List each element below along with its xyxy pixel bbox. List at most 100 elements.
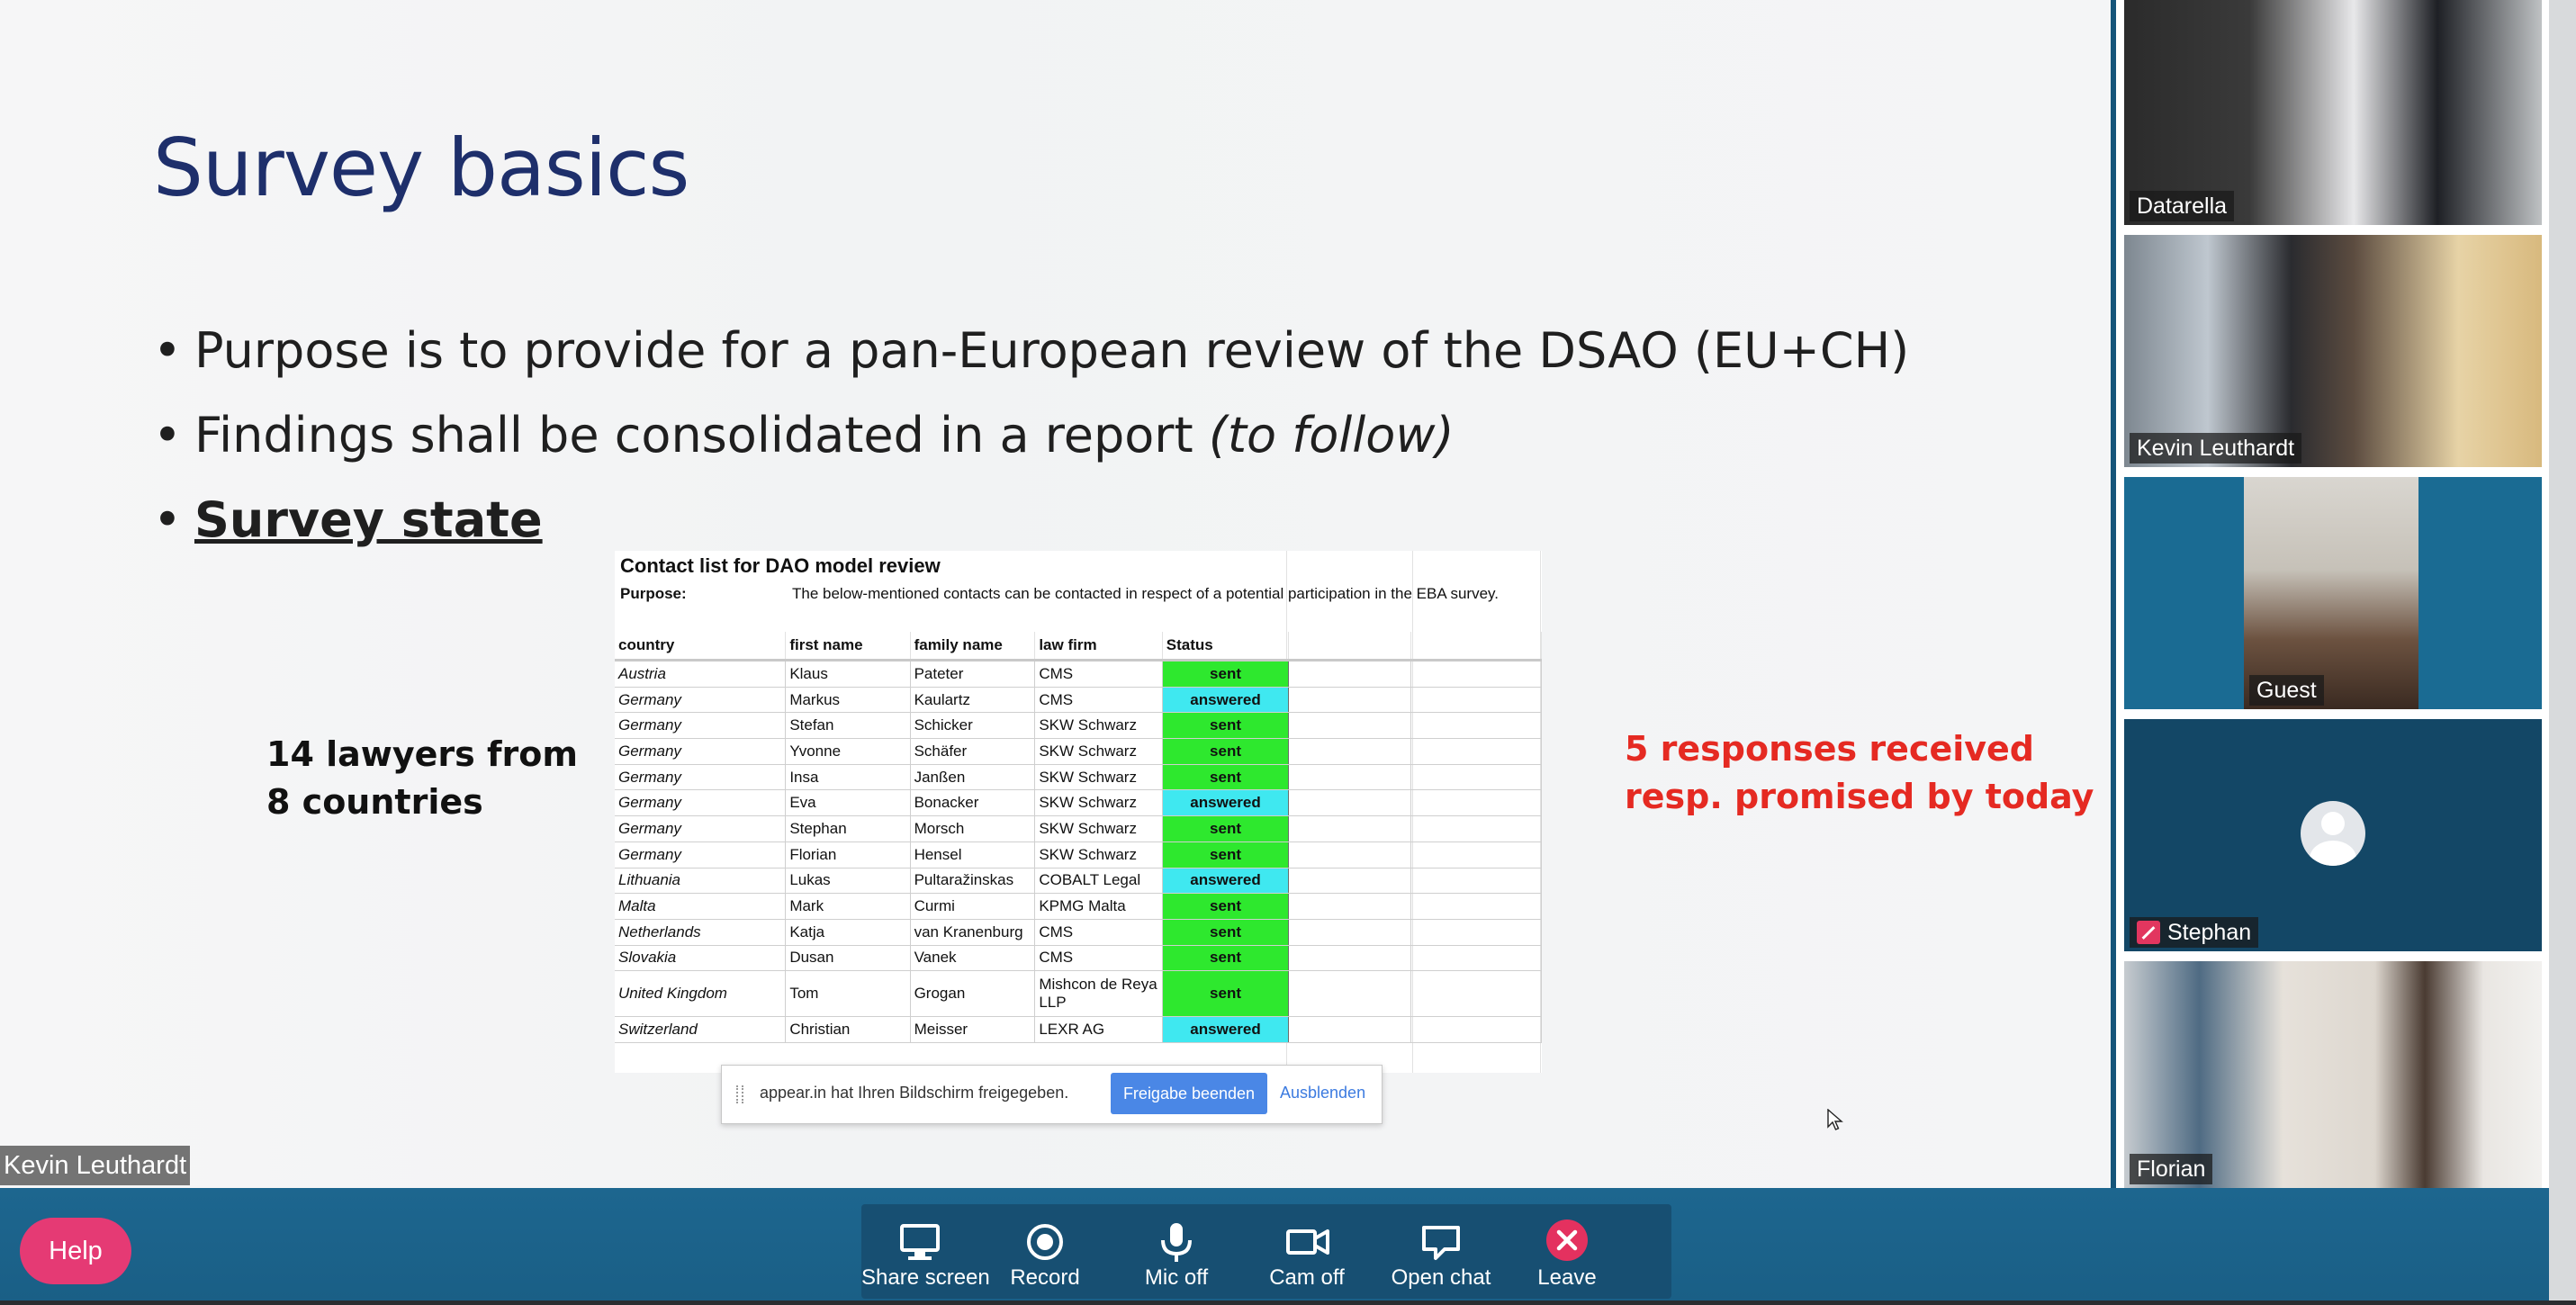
cell-empty bbox=[1410, 687, 1543, 714]
participant-tile-kevin-leuthardt[interactable]: Kevin Leuthardt bbox=[2124, 235, 2542, 467]
cell-country: United Kingdom bbox=[615, 970, 787, 1018]
help-button[interactable]: Help bbox=[20, 1218, 131, 1284]
shared-screen: Survey basics • Purpose is to provide for… bbox=[0, 0, 2111, 1188]
table-row: Slovakia Dusan Vanek CMS sent bbox=[615, 945, 1543, 972]
table-row: Germany Yvonne Schäfer SKW Schwarz sent bbox=[615, 738, 1543, 765]
bullet-purpose: • Purpose is to provide for a pan-Europea… bbox=[153, 322, 1910, 379]
cell-empty bbox=[1410, 919, 1543, 946]
cell-empty bbox=[1410, 842, 1543, 868]
participant-tile-guest[interactable]: Guest bbox=[2244, 477, 2418, 709]
cell-family-name: Janßen bbox=[910, 764, 1036, 791]
presenter-name-label: Kevin Leuthardt bbox=[0, 1146, 191, 1185]
cell-empty bbox=[1288, 893, 1411, 920]
cell-first-name: Tom bbox=[785, 970, 911, 1018]
responses-note-line2: resp. promised by today bbox=[1625, 777, 2094, 816]
cell-first-name: Florian bbox=[785, 842, 911, 868]
cell-first-name: Eva bbox=[785, 789, 911, 817]
cell-country: Lithuania bbox=[615, 868, 787, 895]
lawyers-note-line2: 8 countries bbox=[266, 782, 483, 822]
record-button[interactable]: Record bbox=[991, 1204, 1099, 1299]
cell-family-name: Hensel bbox=[910, 842, 1036, 868]
cell-status: answered bbox=[1162, 1016, 1290, 1043]
participant-name: Datarella bbox=[2130, 191, 2235, 221]
column-header-empty bbox=[1288, 632, 1411, 662]
cam-off-button[interactable]: Cam off bbox=[1250, 1204, 1364, 1299]
cell-first-name: Markus bbox=[785, 687, 911, 714]
participant-tile-datarella[interactable]: Datarella bbox=[2124, 0, 2542, 225]
participant-name: Kevin Leuthardt bbox=[2130, 433, 2302, 464]
cell-family-name: van Kranenburg bbox=[910, 919, 1036, 946]
cell-first-name: Insa bbox=[785, 764, 911, 791]
cell-empty bbox=[1410, 738, 1543, 765]
cell-status: sent bbox=[1162, 764, 1290, 791]
participant-tile-stephan[interactable]: Stephan bbox=[2124, 719, 2542, 951]
cell-empty bbox=[1410, 789, 1543, 817]
table-header-row: country first name family name law firm … bbox=[615, 632, 1543, 662]
cell-status: sent bbox=[1162, 815, 1290, 842]
monitor-icon bbox=[900, 1224, 940, 1260]
cell-empty bbox=[1288, 945, 1411, 972]
cell-first-name: Stefan bbox=[785, 712, 911, 740]
cell-first-name: Klaus bbox=[785, 660, 911, 688]
cell-first-name: Christian bbox=[785, 1016, 911, 1043]
share-notification-message: appear.in hat Ihren Bildschirm freigegeb… bbox=[760, 1084, 1069, 1102]
cell-law-firm: KPMG Malta bbox=[1034, 893, 1163, 920]
sheet-purpose-label: Purpose: bbox=[620, 585, 687, 602]
chat-icon bbox=[1422, 1226, 1460, 1260]
table-row: Netherlands Katja van Kranenburg CMS sent bbox=[615, 919, 1543, 946]
column-header-status: Status bbox=[1162, 632, 1290, 662]
window-edge bbox=[2549, 0, 2576, 1305]
record-label: Record bbox=[1010, 1265, 1080, 1290]
cell-empty bbox=[1288, 842, 1411, 868]
table-row: Germany Insa Janßen SKW Schwarz sent bbox=[615, 764, 1543, 791]
cell-first-name: Dusan bbox=[785, 945, 911, 972]
mic-off-button[interactable]: Mic off bbox=[1122, 1204, 1230, 1299]
participant-name: Guest bbox=[2249, 675, 2324, 706]
share-screen-button[interactable]: Share screen bbox=[861, 1204, 990, 1299]
cell-family-name: Kaulartz bbox=[910, 687, 1036, 714]
cell-empty bbox=[1410, 970, 1543, 1018]
cell-empty bbox=[1288, 789, 1411, 817]
contacts-table: country first name family name law firm … bbox=[615, 632, 1543, 1043]
responses-note-line1: 5 responses received bbox=[1625, 729, 2034, 769]
hide-notification-link[interactable]: Ausblenden bbox=[1280, 1084, 1365, 1102]
cell-empty bbox=[1410, 1016, 1543, 1043]
screen-share-notification: appear.in hat Ihren Bildschirm freigegeb… bbox=[721, 1065, 1383, 1124]
bullet-findings-italic: (to follow) bbox=[1208, 407, 1455, 464]
cell-empty bbox=[1410, 893, 1543, 920]
cell-empty bbox=[1410, 712, 1543, 740]
cell-country: Slovakia bbox=[615, 945, 787, 972]
participant-tile-florian[interactable]: Florian bbox=[2124, 961, 2542, 1188]
cell-law-firm: SKW Schwarz bbox=[1034, 815, 1163, 842]
cell-country: Switzerland bbox=[615, 1016, 787, 1043]
cell-family-name: Schäfer bbox=[910, 738, 1036, 765]
cell-empty bbox=[1288, 868, 1411, 895]
column-header-country: country bbox=[615, 632, 787, 662]
lawyers-count-note: 14 lawyers from 8 countries bbox=[266, 731, 578, 826]
drag-handle-icon[interactable] bbox=[736, 1085, 743, 1103]
bullet-findings: • Findings shall be consolidated in a rep… bbox=[153, 407, 1455, 464]
cell-law-firm: SKW Schwarz bbox=[1034, 738, 1163, 765]
cell-empty bbox=[1288, 919, 1411, 946]
cell-law-firm: CMS bbox=[1034, 687, 1163, 714]
column-header-law-firm: law firm bbox=[1034, 632, 1163, 662]
mic-off-icon bbox=[2137, 921, 2160, 944]
table-row: Malta Mark Curmi KPMG Malta sent bbox=[615, 893, 1543, 920]
cell-country: Germany bbox=[615, 687, 787, 714]
participant-name-with-muted-mic: Stephan bbox=[2130, 917, 2259, 948]
leave-button[interactable]: Leave bbox=[1515, 1204, 1619, 1299]
table-row: Germany Stefan Schicker SKW Schwarz sent bbox=[615, 712, 1543, 740]
cell-family-name: Schicker bbox=[910, 712, 1036, 740]
cell-country: Germany bbox=[615, 764, 787, 791]
open-chat-button[interactable]: Open chat bbox=[1380, 1204, 1502, 1299]
camera-icon bbox=[1286, 1229, 1329, 1255]
microphone-icon bbox=[1161, 1223, 1192, 1262]
lawyers-note-line1: 14 lawyers from bbox=[266, 734, 578, 774]
table-row: Austria Klaus Pateter CMS sent bbox=[615, 660, 1543, 688]
share-screen-label: Share screen bbox=[861, 1265, 990, 1290]
bullet-survey-state-text: Survey state bbox=[194, 491, 543, 548]
cell-status: answered bbox=[1162, 687, 1290, 714]
cell-law-firm: SKW Schwarz bbox=[1034, 764, 1163, 791]
avatar-icon bbox=[2301, 801, 2365, 866]
stop-sharing-button[interactable]: Freigabe beenden bbox=[1111, 1073, 1267, 1114]
